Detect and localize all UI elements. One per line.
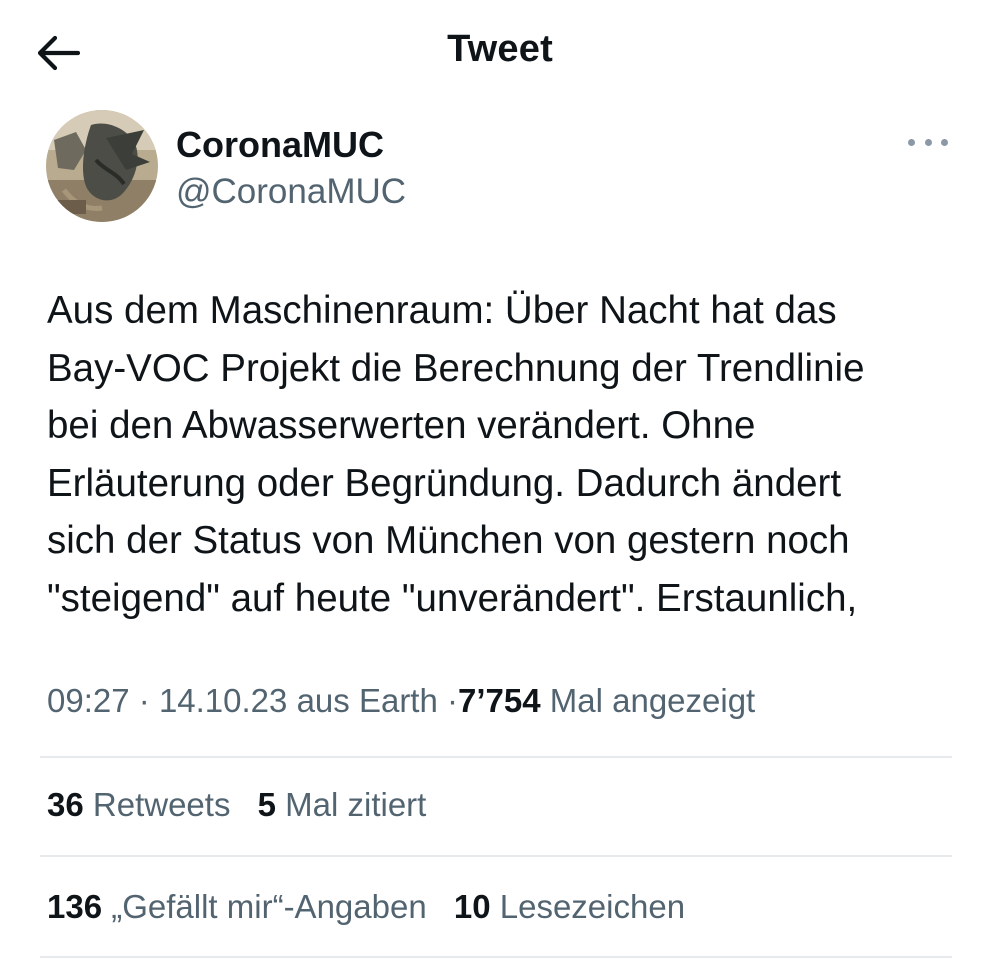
tweet-text: Aus dem Maschinenraum: Über Nacht hat da… [47, 289, 865, 620]
retweets-label: Retweets [92, 786, 231, 823]
views-label: Mal angezeigt [549, 682, 756, 719]
stats-row-retweets: 36 Retweets 5 Mal zitiert [47, 786, 444, 824]
bookmarks-label: Lesezeichen [499, 888, 686, 925]
avatar-image [46, 110, 158, 222]
views-count: 7’754 [458, 682, 541, 719]
bookmarks-count: 10 [453, 888, 491, 925]
quotes-count: 5 [257, 786, 276, 823]
tweet-author: CoronaMUC @CoronaMUC [46, 110, 956, 225]
tweet-time[interactable]: 09:27 [47, 682, 130, 719]
likes-label: „Gefällt mir“-Angaben [111, 888, 427, 925]
likes-stat[interactable]: 136 „Gefällt mir“-Angaben [47, 888, 427, 925]
more-options-button[interactable] [908, 130, 948, 154]
likes-count: 136 [47, 888, 103, 925]
retweets-count: 36 [47, 786, 84, 823]
page-title: Tweet [447, 28, 553, 70]
tweet-meta: 09:27 · 14.10.23 aus Earth ·7’754 Mal an… [47, 682, 755, 720]
divider [40, 756, 952, 758]
meta-separator: · [447, 682, 458, 719]
divider [40, 855, 952, 857]
stats-row-likes: 136 „Gefällt mir“-Angaben 10 Lesezeichen [47, 888, 703, 926]
more-horizontal-icon [941, 138, 948, 146]
meta-separator: · [138, 682, 150, 719]
top-bar: Tweet [0, 0, 1000, 104]
tweet-source: aus Earth [296, 682, 438, 719]
author-display-name[interactable]: CoronaMUC [176, 124, 384, 166]
author-handle[interactable]: @CoronaMUC [176, 172, 406, 212]
avatar[interactable] [46, 110, 158, 222]
quotes-stat[interactable]: 5 Mal zitiert [258, 786, 427, 823]
more-horizontal-icon [924, 138, 932, 146]
tweet-date[interactable]: 14.10.23 [159, 682, 287, 719]
divider [40, 956, 952, 958]
more-horizontal-icon [908, 138, 915, 146]
retweets-stat[interactable]: 36 Retweets [47, 786, 230, 823]
bookmarks-stat[interactable]: 10 Lesezeichen [454, 888, 685, 925]
quotes-label: Mal zitiert [285, 786, 427, 823]
